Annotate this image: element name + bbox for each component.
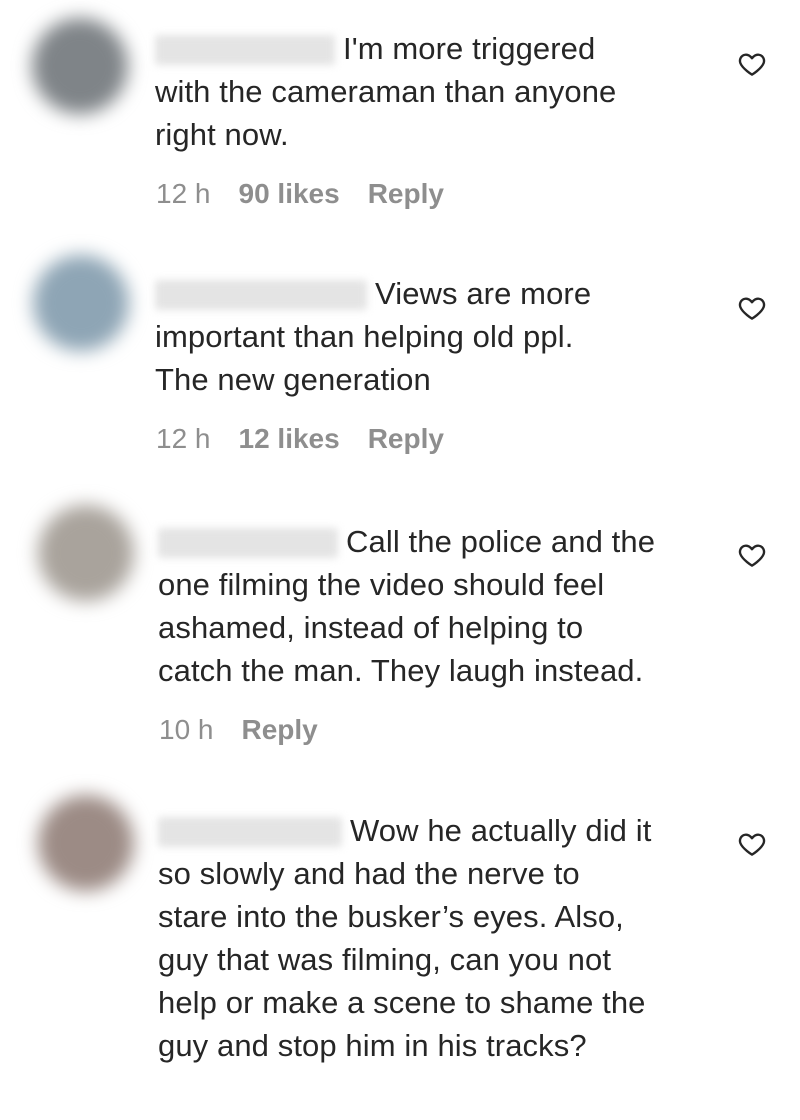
username-redacted[interactable]: [158, 817, 342, 847]
reply-button[interactable]: Reply: [368, 178, 444, 209]
reply-button[interactable]: Reply: [242, 714, 318, 745]
comment-meta: 12 h 12 likes Reply: [156, 423, 472, 455]
heart-outline-icon[interactable]: [737, 829, 767, 859]
comment-text: Call the police and the one filming the …: [158, 524, 656, 688]
comment-timestamp: 12 h: [156, 423, 211, 454]
likes-count[interactable]: 12 likes: [239, 423, 340, 454]
username-redacted[interactable]: [155, 280, 367, 310]
comment-text: Wow he actually did it so slowly and had…: [158, 813, 652, 1063]
avatar[interactable]: [38, 505, 134, 601]
likes-count[interactable]: 90 likes: [239, 178, 340, 209]
reply-button[interactable]: Reply: [368, 423, 444, 454]
heart-outline-icon[interactable]: [737, 540, 767, 570]
avatar[interactable]: [38, 795, 134, 891]
comment-timestamp: 12 h: [156, 178, 211, 209]
avatar[interactable]: [32, 18, 128, 114]
heart-outline-icon[interactable]: [737, 49, 767, 79]
username-redacted[interactable]: [155, 35, 335, 65]
comment-meta: 12 h 90 likes Reply: [156, 178, 472, 210]
comment-text: I'm more triggered with the cameraman th…: [155, 31, 617, 152]
comment-text: Views are more important than helping ol…: [155, 276, 592, 397]
comment-meta: 10 h Reply: [159, 714, 346, 746]
heart-outline-icon[interactable]: [737, 293, 767, 323]
comment-timestamp: 10 h: [159, 714, 214, 745]
username-redacted[interactable]: [158, 528, 338, 558]
avatar[interactable]: [33, 255, 129, 351]
